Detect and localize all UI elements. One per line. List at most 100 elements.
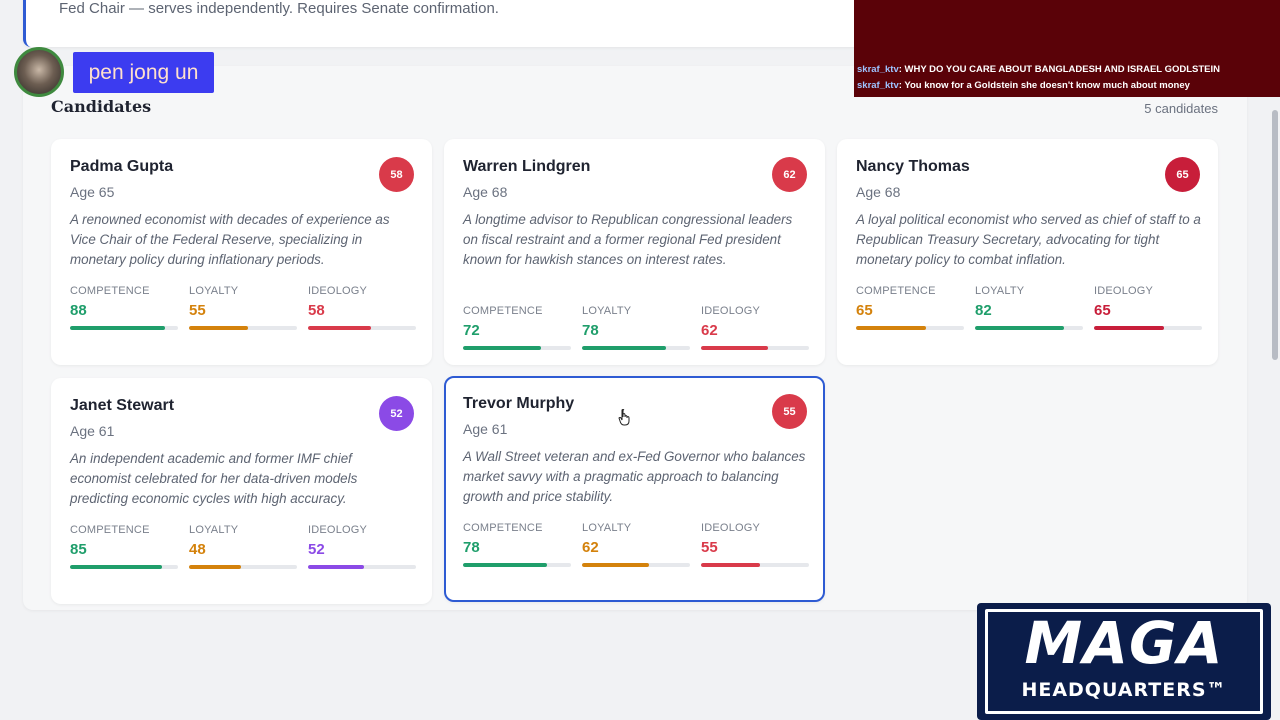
candidate-card[interactable]: Padma Gupta Age 65 58 A renowned economi…: [51, 139, 432, 365]
stat-bar: [189, 326, 297, 330]
candidate-card[interactable]: Trevor Murphy Age 61 55 A Wall Street ve…: [444, 376, 825, 602]
stat-bar: [70, 565, 178, 569]
stat-bar: [308, 326, 416, 330]
candidate-bio: A loyal political economist who served a…: [856, 212, 1201, 267]
stat-bar-fill: [582, 346, 667, 350]
stat-value: 48: [189, 541, 206, 558]
stat-label: COMPETENCE: [463, 305, 543, 317]
candidate-name: Janet Stewart: [70, 397, 175, 414]
candidate-name: Warren Lindgren: [463, 158, 591, 175]
candidate-name: Trevor Murphy: [463, 395, 575, 412]
stat-label: IDEOLOGY: [1094, 285, 1154, 297]
stat-competence: COMPETENCE 85: [70, 524, 178, 569]
stat-value: 85: [70, 541, 87, 558]
stat-value: 88: [70, 302, 87, 319]
stat-label: COMPETENCE: [70, 524, 150, 536]
chat-username: skraf_ktv: [857, 80, 899, 91]
hand-cursor-icon: [618, 409, 630, 426]
candidate-age: Age 68: [856, 184, 901, 200]
stat-bar-fill: [308, 565, 365, 569]
logo-subtitle: HEADQUARTERS™: [1021, 679, 1227, 701]
candidate-stats: COMPETENCE 65 LOYALTY 82 IDEOLOGY 65: [856, 285, 1202, 330]
stat-ideology: IDEOLOGY 55: [701, 522, 809, 567]
stat-bar-fill: [189, 565, 241, 569]
candidate-card[interactable]: Warren Lindgren Age 68 62 A longtime adv…: [444, 139, 825, 365]
candidate-name: Padma Gupta: [70, 158, 174, 175]
stat-bar-fill: [308, 326, 371, 330]
candidate-stats: COMPETENCE 85 LOYALTY 48 IDEOLOGY 52: [70, 524, 416, 569]
stat-bar-fill: [1094, 326, 1165, 330]
candidate-name: Nancy Thomas: [856, 158, 970, 175]
stat-value: 78: [463, 539, 480, 556]
candidate-age: Age 68: [463, 184, 508, 200]
scrollbar[interactable]: [1272, 110, 1278, 360]
stat-ideology: IDEOLOGY 65: [1094, 285, 1202, 330]
stat-competence: COMPETENCE 72: [463, 305, 571, 350]
candidate-bio: A Wall Street veteran and ex-Fed Governo…: [463, 449, 806, 504]
office-info-card: Fed Chair — serves independently. Requir…: [23, 0, 923, 47]
office-description: Fed Chair — serves independently. Requir…: [59, 0, 499, 17]
stat-value: 55: [189, 302, 206, 319]
candidates-count: 5 candidates: [1144, 101, 1218, 116]
stat-bar: [463, 346, 571, 350]
stat-label: COMPETENCE: [463, 522, 543, 534]
stat-value: 55: [701, 539, 718, 556]
stat-bar: [856, 326, 964, 330]
stat-loyalty: LOYALTY 78: [582, 305, 690, 350]
stat-value: 58: [308, 302, 325, 319]
candidate-score-badge: 55: [772, 394, 807, 429]
stat-value: 82: [975, 302, 992, 319]
stat-loyalty: LOYALTY 62: [582, 522, 690, 567]
chat-line: skraf_ktv: WHY DO YOU CARE ABOUT BANGLAD…: [857, 64, 1220, 75]
stat-value: 52: [308, 541, 325, 558]
stat-bar: [701, 346, 809, 350]
maga-hq-logo: MAGA HEADQUARTERS™: [977, 603, 1271, 720]
stat-bar-fill: [582, 563, 649, 567]
stat-label: LOYALTY: [975, 285, 1025, 297]
stat-ideology: IDEOLOGY 58: [308, 285, 416, 330]
stat-bar: [582, 346, 690, 350]
stat-bar: [582, 563, 690, 567]
stat-bar-fill: [70, 326, 166, 330]
stat-value: 72: [463, 322, 480, 339]
stat-value: 65: [856, 302, 873, 319]
stat-label: IDEOLOGY: [308, 524, 368, 536]
candidate-card[interactable]: Janet Stewart Age 61 52 An independent a…: [51, 378, 432, 604]
stat-competence: COMPETENCE 65: [856, 285, 964, 330]
candidates-panel: Candidates 5 candidates Padma Gupta Age …: [23, 66, 1247, 610]
candidate-bio: A longtime advisor to Republican congres…: [463, 212, 793, 267]
candidate-age: Age 61: [463, 421, 508, 437]
candidate-stats: COMPETENCE 72 LOYALTY 78 IDEOLOGY 62: [463, 305, 809, 350]
stat-bar-fill: [856, 326, 927, 330]
stream-chat: skraf_ktv: WHY DO YOU CARE ABOUT BANGLAD…: [854, 0, 1280, 97]
stat-bar-fill: [701, 563, 761, 567]
stat-competence: COMPETENCE 88: [70, 285, 178, 330]
candidates-title: Candidates: [51, 97, 152, 116]
chat-username: skraf_ktv: [857, 64, 899, 75]
stat-label: IDEOLOGY: [701, 522, 761, 534]
stat-bar: [308, 565, 416, 569]
candidate-score-badge: 52: [379, 396, 414, 431]
stat-loyalty: LOYALTY 48: [189, 524, 297, 569]
stat-loyalty: LOYALTY 55: [189, 285, 297, 330]
stat-bar-fill: [463, 563, 548, 567]
stat-bar-fill: [70, 565, 162, 569]
chat-message: WHY DO YOU CARE ABOUT BANGLADESH AND ISR…: [904, 64, 1220, 75]
stat-label: LOYALTY: [582, 305, 632, 317]
streamer-name-tag: pen jong un: [73, 52, 214, 93]
stat-bar: [189, 565, 297, 569]
stat-bar: [1094, 326, 1202, 330]
stat-bar-fill: [975, 326, 1064, 330]
stat-label: IDEOLOGY: [701, 305, 761, 317]
stat-value: 62: [582, 539, 599, 556]
candidate-card[interactable]: Nancy Thomas Age 68 65 A loyal political…: [837, 139, 1218, 365]
stat-value: 62: [701, 322, 718, 339]
stat-label: COMPETENCE: [856, 285, 936, 297]
stat-label: LOYALTY: [189, 285, 239, 297]
stat-bar-fill: [463, 346, 541, 350]
stat-value: 65: [1094, 302, 1111, 319]
stat-label: IDEOLOGY: [308, 285, 368, 297]
stat-ideology: IDEOLOGY 62: [701, 305, 809, 350]
stat-bar: [975, 326, 1083, 330]
logo-title: MAGA: [1024, 609, 1224, 677]
